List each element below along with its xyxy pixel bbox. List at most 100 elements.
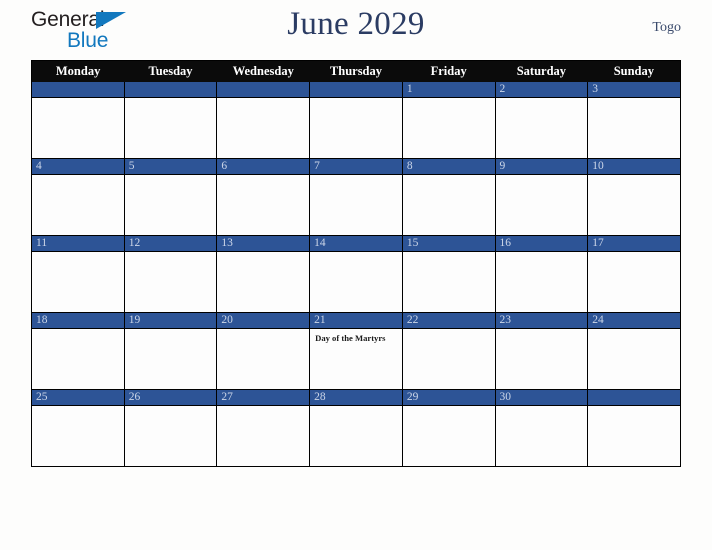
day-cell[interactable]: 7 xyxy=(309,158,403,236)
day-number xyxy=(217,82,310,98)
weekday-header-row: Monday Tuesday Wednesday Thursday Friday… xyxy=(31,60,681,82)
holiday-label: Day of the Martyrs xyxy=(315,333,386,343)
day-cell[interactable] xyxy=(587,389,681,467)
holiday-label xyxy=(32,252,124,256)
day-number: 3 xyxy=(588,82,680,98)
day-number: 21 xyxy=(310,313,402,329)
holiday-label xyxy=(403,406,495,410)
day-cell[interactable]: 21 Day of the Martyrs xyxy=(309,312,403,390)
holiday-label xyxy=(32,175,124,179)
day-cell[interactable]: 22 xyxy=(401,312,496,390)
day-cell[interactable]: 6 xyxy=(216,158,311,236)
page-title: June 2029 xyxy=(287,6,425,42)
holiday-label xyxy=(403,252,495,256)
day-cell[interactable]: 23 xyxy=(494,312,589,390)
day-number: 28 xyxy=(310,390,402,406)
holiday-label xyxy=(496,98,588,102)
holiday-label xyxy=(588,98,680,102)
holiday-label xyxy=(310,252,402,256)
day-cell[interactable]: 16 xyxy=(494,235,589,313)
day-cell[interactable]: 9 xyxy=(494,158,589,236)
day-cell[interactable] xyxy=(309,82,403,159)
day-cell[interactable]: 5 xyxy=(123,158,218,236)
holiday-label xyxy=(496,252,588,256)
holiday-label xyxy=(125,406,217,410)
holiday-label xyxy=(217,175,309,179)
day-cell[interactable]: 4 xyxy=(31,158,125,236)
day-cell[interactable]: 18 xyxy=(31,312,125,390)
day-cell[interactable]: 19 xyxy=(123,312,218,390)
day-cell[interactable]: 27 xyxy=(216,389,311,467)
holiday-label xyxy=(217,406,309,410)
holiday-label xyxy=(310,406,402,410)
day-cell[interactable]: 12 xyxy=(123,235,218,313)
holiday-label xyxy=(403,329,495,333)
week-row: 18 19 20 21 Day of the Martyrs 22 23 24 xyxy=(31,312,681,390)
holiday-label xyxy=(588,252,680,256)
day-number: 12 xyxy=(124,236,217,252)
weekday-header-thursday: Thursday xyxy=(309,60,403,82)
day-number: 15 xyxy=(402,236,495,252)
weekday-header-tuesday: Tuesday xyxy=(124,60,217,82)
day-cell[interactable] xyxy=(123,82,218,159)
day-number: 30 xyxy=(495,390,588,406)
day-cell[interactable]: 29 xyxy=(401,389,496,467)
day-cell[interactable]: 28 xyxy=(309,389,403,467)
day-number: 14 xyxy=(310,236,402,252)
day-number: 1 xyxy=(402,82,495,98)
day-number: 23 xyxy=(495,313,588,329)
day-number: 29 xyxy=(402,390,495,406)
holiday-label xyxy=(32,406,124,410)
day-cell[interactable]: 20 xyxy=(216,312,311,390)
day-cell[interactable]: 25 xyxy=(31,389,125,467)
day-cell[interactable]: 8 xyxy=(401,158,496,236)
holiday-label xyxy=(588,175,680,179)
day-cell[interactable]: 2 xyxy=(494,82,589,159)
day-cell[interactable]: 17 xyxy=(587,235,681,313)
day-cell[interactable]: 11 xyxy=(31,235,125,313)
day-cell[interactable] xyxy=(31,82,125,159)
holiday-label xyxy=(588,329,680,333)
calendar-grid: Monday Tuesday Wednesday Thursday Friday… xyxy=(31,60,681,467)
day-number: 16 xyxy=(495,236,588,252)
week-row: 4 5 6 7 8 9 10 xyxy=(31,158,681,236)
day-cell[interactable] xyxy=(216,82,311,159)
holiday-label xyxy=(125,98,217,102)
day-cell[interactable]: 3 xyxy=(587,82,681,159)
weekday-header-saturday: Saturday xyxy=(495,60,588,82)
day-number: 27 xyxy=(217,390,310,406)
country-label: Togo xyxy=(652,20,681,35)
day-cell[interactable]: 24 xyxy=(587,312,681,390)
holiday-label xyxy=(496,406,588,410)
holiday-label xyxy=(310,98,402,102)
day-number: 5 xyxy=(124,159,217,175)
day-number: 13 xyxy=(217,236,310,252)
weekday-header-wednesday: Wednesday xyxy=(216,60,310,82)
day-cell[interactable]: 13 xyxy=(216,235,311,313)
day-number: 2 xyxy=(495,82,588,98)
day-cell[interactable]: 1 xyxy=(401,82,496,159)
day-cell[interactable]: 30 xyxy=(494,389,589,467)
holiday-label xyxy=(310,175,402,179)
day-cell[interactable]: 10 xyxy=(587,158,681,236)
day-number: 9 xyxy=(495,159,588,175)
holiday-label xyxy=(496,175,588,179)
holiday-label xyxy=(217,98,309,102)
day-cell[interactable]: 26 xyxy=(123,389,218,467)
calendar-body: 1 2 3 4 5 6 7 8 9 10 11 12 13 14 15 16 1… xyxy=(31,82,681,467)
holiday-label xyxy=(32,329,124,333)
weekday-header-sunday: Sunday xyxy=(587,60,681,82)
page-header: General Blue June 2029 Togo xyxy=(31,0,681,60)
day-number xyxy=(588,390,680,406)
day-number: 18 xyxy=(32,313,124,329)
holiday-label xyxy=(403,175,495,179)
day-number: 22 xyxy=(402,313,495,329)
holiday-label xyxy=(125,175,217,179)
day-number: 26 xyxy=(124,390,217,406)
holiday-label xyxy=(32,98,124,102)
day-number xyxy=(310,82,402,98)
day-cell[interactable]: 15 xyxy=(401,235,496,313)
day-number: 8 xyxy=(402,159,495,175)
day-number: 17 xyxy=(588,236,680,252)
day-cell[interactable]: 14 xyxy=(309,235,403,313)
